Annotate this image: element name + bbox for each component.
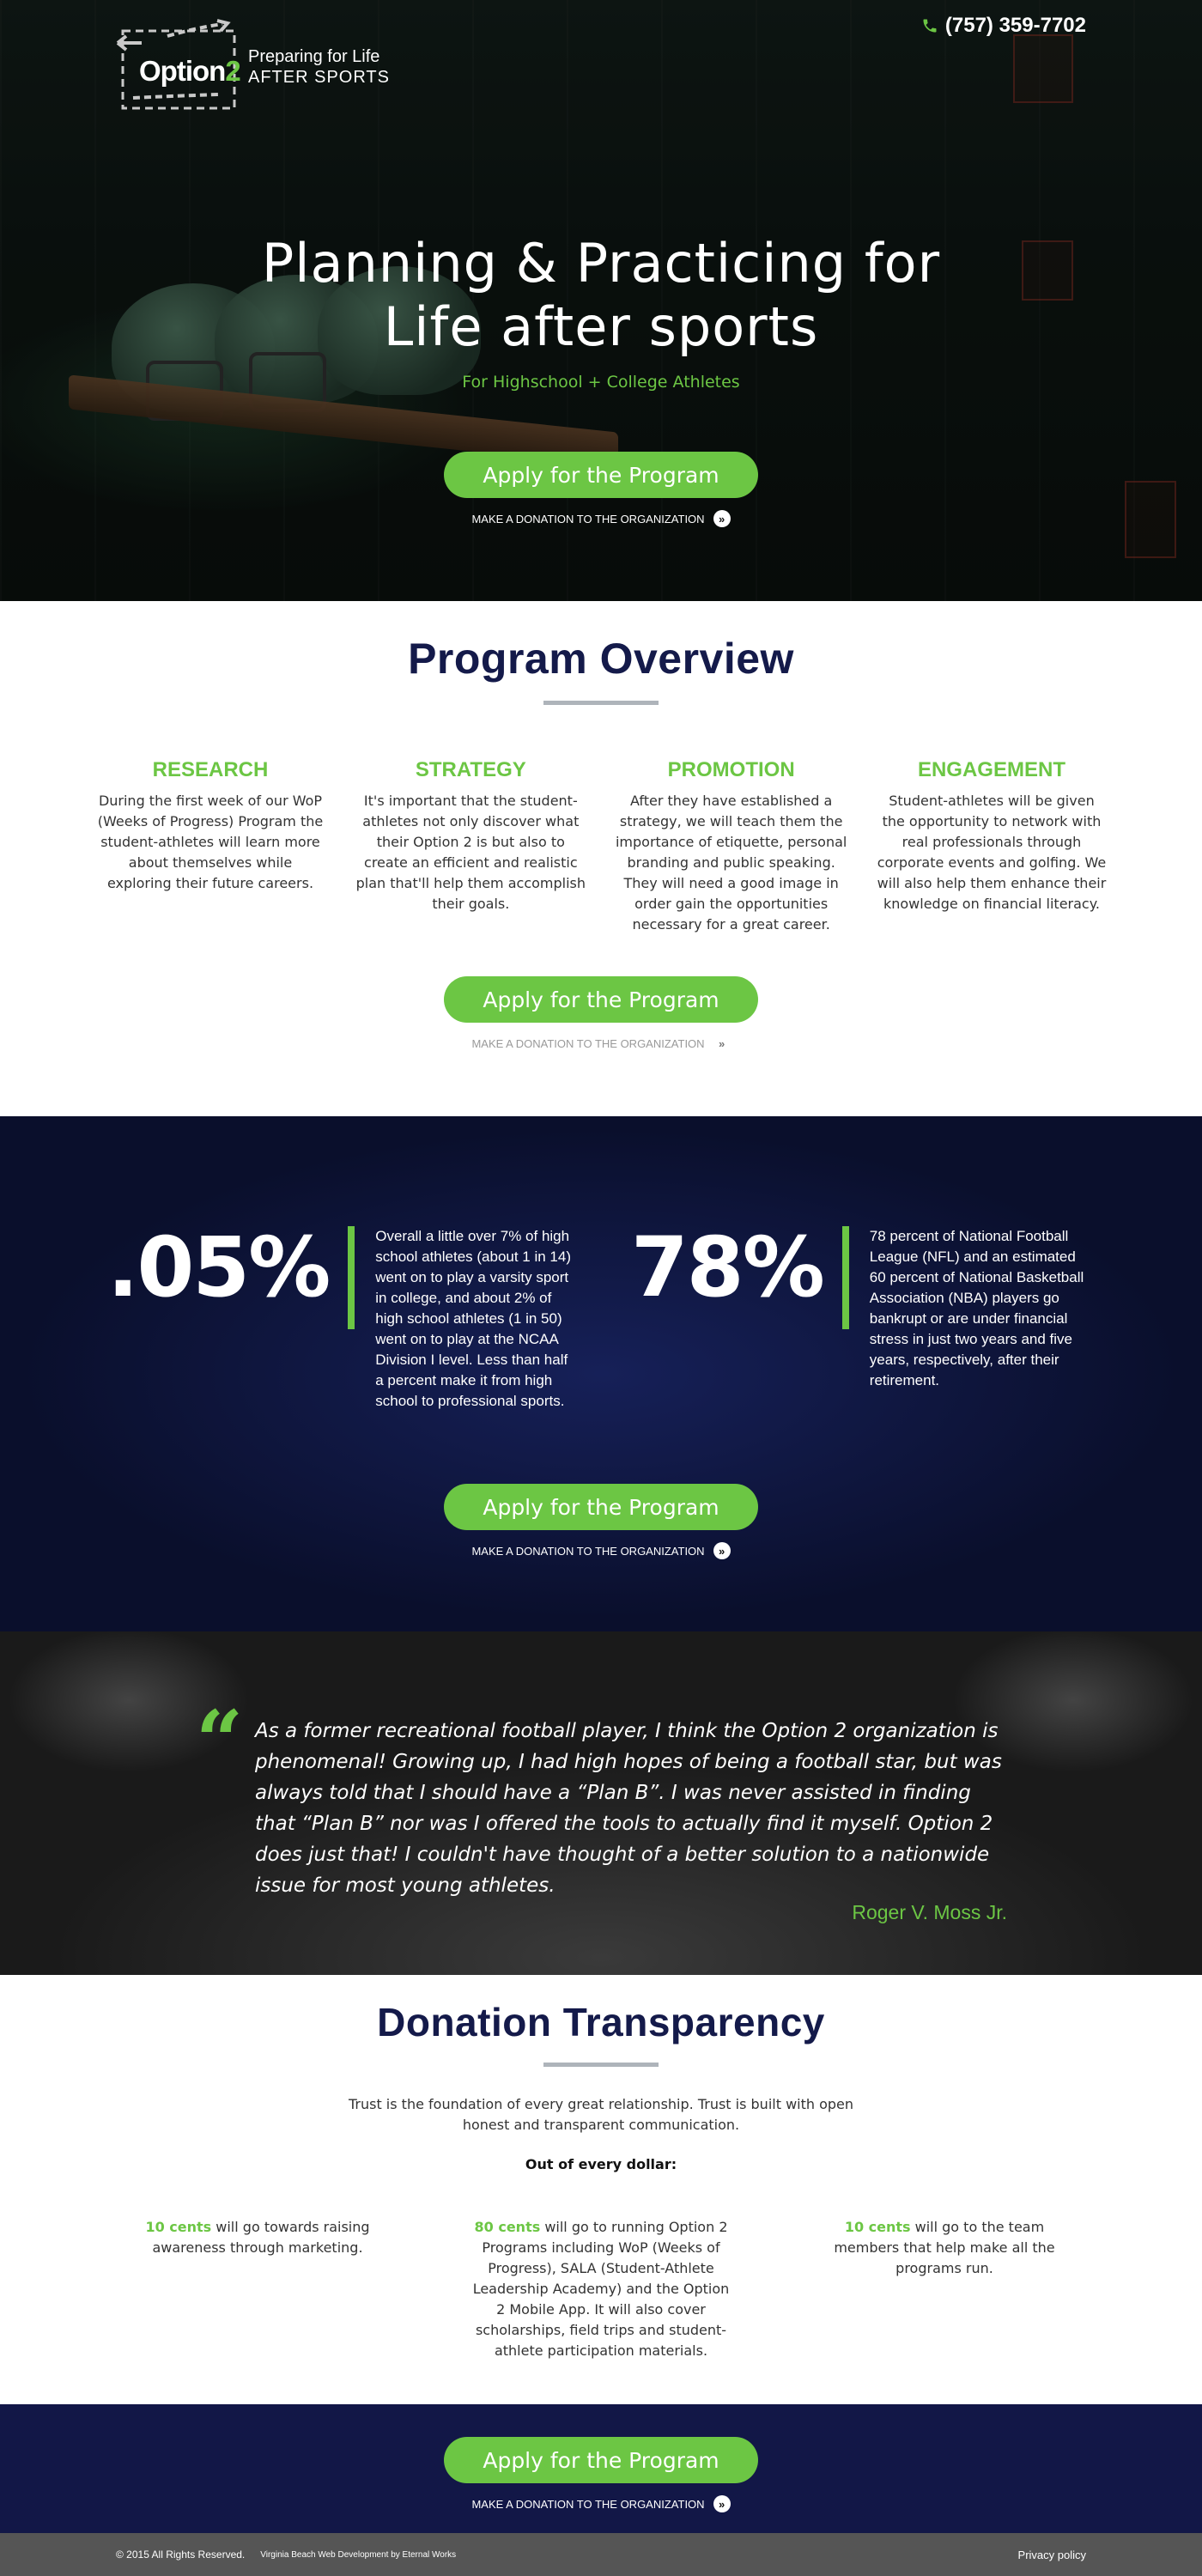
- privacy-policy-link[interactable]: Privacy policy: [1018, 2549, 1086, 2561]
- donation-column: 10 cents will go to the team members tha…: [816, 2217, 1073, 2361]
- stat-description: Overall a little over 7% of high school …: [375, 1228, 572, 1409]
- donation-amount: 80 cents: [474, 2219, 541, 2235]
- stat-divider: [348, 1226, 355, 1329]
- column-text: During the first week of our WoP (Weeks …: [97, 793, 324, 891]
- donate-link[interactable]: MAKE A DONATION TO THE ORGANIZATION »: [471, 1035, 730, 1052]
- overview-column-strategy: STRATEGY It's important that the student…: [355, 758, 586, 935]
- logo-tagline: Preparing for Life AFTER SPORTS: [248, 46, 390, 88]
- stat-item: 78% 78 percent of National Football Leag…: [631, 1226, 1095, 1412]
- apply-button[interactable]: Apply for the Program: [444, 1484, 758, 1530]
- program-overview-section: Program Overview RESEARCH During the fir…: [0, 601, 1202, 1116]
- stat-row: .05% Overall a little over 7% of high sc…: [107, 1116, 1095, 1412]
- statistics-section: .05% Overall a little over 7% of high sc…: [0, 1116, 1202, 1631]
- column-heading: ENGAGEMENT: [917, 758, 1065, 781]
- donation-text: will go to running Option 2 Programs inc…: [472, 2219, 730, 2359]
- column-text: It's important that the student-athletes…: [355, 793, 586, 912]
- phone-number: (757) 359-7702: [944, 14, 1086, 37]
- chevron-right-circle-icon: »: [713, 2495, 731, 2512]
- stat-value: 78%: [631, 1219, 825, 1315]
- donation-transparency-section: Donation Transparency Trust is the found…: [0, 1975, 1202, 2404]
- apply-button[interactable]: Apply for the Program: [444, 976, 758, 1023]
- hero-content: Planning & Practicing for Life after spo…: [0, 232, 1202, 527]
- overview-column-promotion: PROMOTION After they have established a …: [616, 758, 847, 935]
- donation-subheading: Out of every dollar:: [525, 2156, 677, 2172]
- locker-decoration: [1013, 34, 1073, 103]
- title-underline: [543, 701, 659, 705]
- column-heading: STRATEGY: [415, 758, 526, 781]
- credit-link[interactable]: Virginia Beach Web Development by Eterna…: [260, 2550, 456, 2560]
- hero-section: Option2 Preparing for Life AFTER SPORTS …: [0, 0, 1202, 601]
- apply-button[interactable]: Apply for the Program: [444, 452, 758, 498]
- donation-amount: 10 cents: [844, 2219, 911, 2235]
- donate-link-label: MAKE A DONATION TO THE ORGANIZATION: [471, 2497, 705, 2511]
- donate-link-label: MAKE A DONATION TO THE ORGANIZATION: [471, 1036, 705, 1050]
- stat-description: 78 percent of National Football League (…: [869, 1228, 1084, 1388]
- column-text: Student-athletes will be given the oppor…: [877, 793, 1107, 912]
- overview-columns: RESEARCH During the first week of our Wo…: [94, 758, 1108, 935]
- phone-icon: [923, 19, 937, 33]
- logo-wordmark: Option2: [139, 55, 241, 87]
- donation-columns: 10 cents will go towards raising awarene…: [129, 2217, 1073, 2361]
- footer-cta: Apply for the Program MAKE A DONATION TO…: [0, 2437, 1202, 2512]
- donation-intro: Trust is the foundation of every great r…: [348, 2096, 854, 2133]
- stat-value: .05%: [107, 1219, 331, 1315]
- stat-item: .05% Overall a little over 7% of high sc…: [107, 1226, 571, 1412]
- quote-mark-icon: “: [196, 1692, 244, 1789]
- site-logo[interactable]: Option2 Preparing for Life AFTER SPORTS: [116, 19, 390, 115]
- overview-cta: Apply for the Program MAKE A DONATION TO…: [0, 976, 1202, 1052]
- logo-mark: Option2: [116, 19, 243, 115]
- donation-amount: 10 cents: [145, 2219, 212, 2235]
- section-title: Donation Transparency: [377, 2000, 825, 2044]
- chevron-right-circle-icon: »: [713, 1542, 731, 1559]
- donate-link[interactable]: MAKE A DONATION TO THE ORGANIZATION »: [471, 1542, 731, 1559]
- hero-cta: Apply for the Program MAKE A DONATION TO…: [0, 452, 1202, 527]
- testimonial-author: Roger V. Moss Jr.: [852, 1901, 1007, 1923]
- donate-link[interactable]: MAKE A DONATION TO THE ORGANIZATION »: [471, 2495, 731, 2512]
- section-title: Program Overview: [408, 635, 794, 683]
- overview-column-research: RESEARCH During the first week of our Wo…: [94, 758, 326, 935]
- tagline-line-1: Preparing for Life: [248, 47, 380, 66]
- site-footer: © 2015 All Rights Reserved. Virginia Bea…: [0, 2533, 1202, 2576]
- hero-title: Planning & Practicing for Life after spo…: [0, 232, 1202, 359]
- donate-link-label: MAKE A DONATION TO THE ORGANIZATION: [471, 512, 705, 526]
- donation-column: 10 cents will go towards raising awarene…: [129, 2217, 386, 2361]
- chevron-right-circle-icon: »: [713, 510, 731, 527]
- donate-link[interactable]: MAKE A DONATION TO THE ORGANIZATION »: [471, 510, 731, 527]
- column-heading: RESEARCH: [152, 758, 269, 781]
- testimonial-quote: As a former recreational football player…: [255, 1720, 1002, 1897]
- phone-link[interactable]: (757) 359-7702: [921, 14, 1086, 38]
- donate-link-label: MAKE A DONATION TO THE ORGANIZATION: [471, 1544, 705, 1558]
- overview-column-engagement: ENGAGEMENT Student-athletes will be give…: [876, 758, 1108, 935]
- apply-button[interactable]: Apply for the Program: [444, 2437, 758, 2483]
- tagline-line-2: AFTER SPORTS: [248, 68, 390, 87]
- copyright-text: © 2015 All Rights Reserved.: [116, 2549, 246, 2561]
- footer-left: © 2015 All Rights Reserved. Virginia Bea…: [116, 2549, 456, 2561]
- footer-cta-section: Apply for the Program MAKE A DONATION TO…: [0, 2404, 1202, 2533]
- donation-column: 80 cents will go to running Option 2 Pro…: [472, 2217, 730, 2361]
- hero-title-line-1: Planning & Practicing for: [261, 232, 941, 295]
- column-heading: PROMOTION: [667, 758, 795, 781]
- stat-divider: [841, 1226, 849, 1329]
- stats-cta: Apply for the Program MAKE A DONATION TO…: [0, 1484, 1202, 1559]
- chevron-right-icon: »: [718, 1036, 725, 1050]
- hero-title-line-2: Life after sports: [383, 295, 819, 358]
- testimonial-section: “ As a former recreational football play…: [0, 1631, 1202, 1975]
- hero-subtitle: For Highschool + College Athletes: [462, 373, 740, 392]
- title-underline: [543, 2063, 659, 2067]
- column-text: After they have established a strategy, …: [615, 793, 847, 933]
